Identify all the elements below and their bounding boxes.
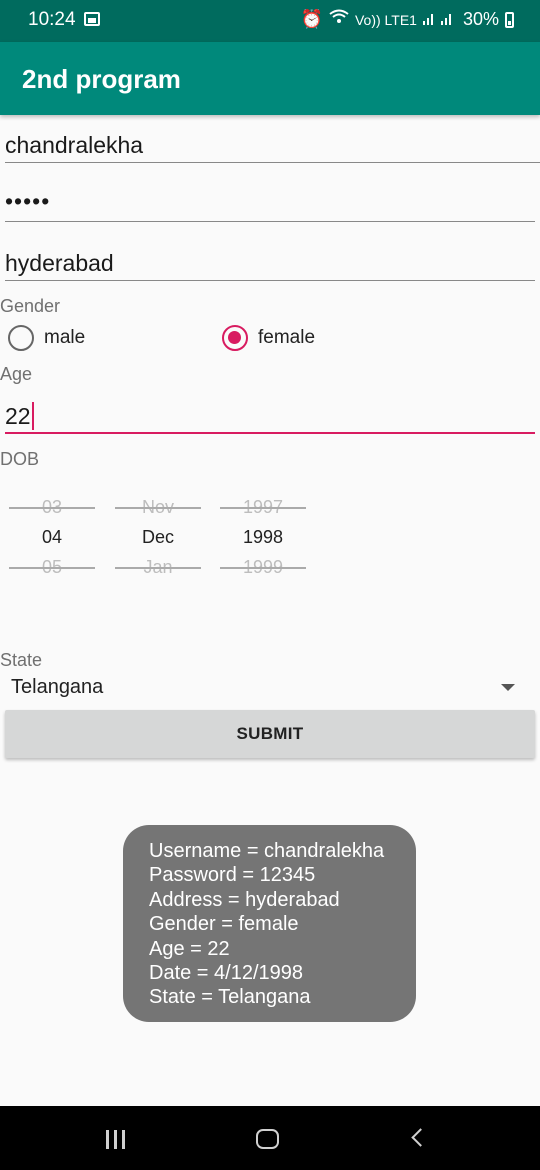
address-field[interactable]: hyderabad [5, 250, 114, 277]
toast-line: Gender = female [149, 913, 299, 936]
text-cursor [31, 402, 34, 430]
day-selected[interactable]: 04 [9, 522, 95, 552]
age-underline [5, 432, 535, 434]
signal-icon [422, 9, 457, 30]
toast-line: Age = 22 [149, 937, 230, 960]
month-selected[interactable]: Dec [115, 522, 201, 552]
day-next[interactable]: 05 [9, 552, 95, 582]
username-field[interactable]: chandralekha [5, 132, 143, 159]
year-prev[interactable]: 1997 [220, 492, 306, 522]
toast-message: Username = chandralekha Password = 12345… [123, 825, 416, 1022]
toast-line: Date = 4/12/1998 [149, 962, 304, 985]
age-label: Age [0, 364, 33, 384]
password-underline [5, 221, 535, 222]
image-icon [84, 12, 100, 26]
recent-apps-icon[interactable] [106, 1130, 125, 1149]
age-field[interactable]: 22 [5, 402, 34, 430]
radio-female-label: female [258, 327, 316, 348]
network-type: Vo)) LTE1 [354, 11, 417, 28]
status-time: 10:24 [28, 9, 76, 30]
year-picker[interactable]: 1997 1998 1999 [220, 492, 306, 582]
app-title: 2nd program [22, 64, 181, 94]
back-icon[interactable] [411, 1128, 430, 1147]
day-prev[interactable]: 03 [9, 492, 95, 522]
battery-icon [505, 11, 514, 28]
toast-line: State = Telangana [149, 986, 311, 1009]
year-selected[interactable]: 1998 [220, 522, 306, 552]
toast-line: Address = hyderabad [149, 888, 340, 911]
month-picker[interactable]: Nov Dec Jan [115, 492, 201, 582]
status-bar: 10:24 ⏰ Vo)) LTE1 30% [0, 0, 540, 42]
month-prev[interactable]: Nov [115, 492, 201, 522]
state-label: State [0, 650, 43, 670]
username-underline [5, 162, 540, 163]
month-next[interactable]: Jan [115, 552, 201, 582]
year-next[interactable]: 1999 [220, 552, 306, 582]
state-spinner[interactable]: Telangana [11, 676, 103, 699]
radio-female-circle[interactable] [222, 325, 248, 351]
radio-male-label: male [44, 327, 86, 348]
submit-button[interactable]: SUBMIT [5, 710, 535, 758]
radio-female[interactable]: female [222, 325, 315, 351]
gender-label: Gender [0, 296, 61, 316]
day-picker[interactable]: 03 04 05 [9, 492, 95, 582]
app-bar: 2nd program [0, 42, 540, 115]
home-icon[interactable] [256, 1129, 279, 1149]
toast-line: Username = chandralekha [149, 840, 385, 862]
alarm-icon: ⏰ [300, 9, 323, 29]
password-field[interactable]: ••••• [5, 188, 50, 215]
radio-male-circle[interactable] [8, 325, 34, 351]
age-value: 22 [5, 403, 31, 429]
battery-percent: 30% [462, 9, 499, 29]
status-icons: ⏰ Vo)) LTE1 30% [301, 9, 514, 30]
dob-label: DOB [0, 449, 40, 469]
toast-line: Password = 12345 [149, 864, 316, 887]
navigation-bar [0, 1106, 540, 1170]
dropdown-arrow-icon[interactable] [501, 684, 515, 691]
address-underline [5, 280, 535, 281]
radio-male[interactable]: male [8, 325, 85, 351]
wifi-icon [329, 9, 349, 30]
